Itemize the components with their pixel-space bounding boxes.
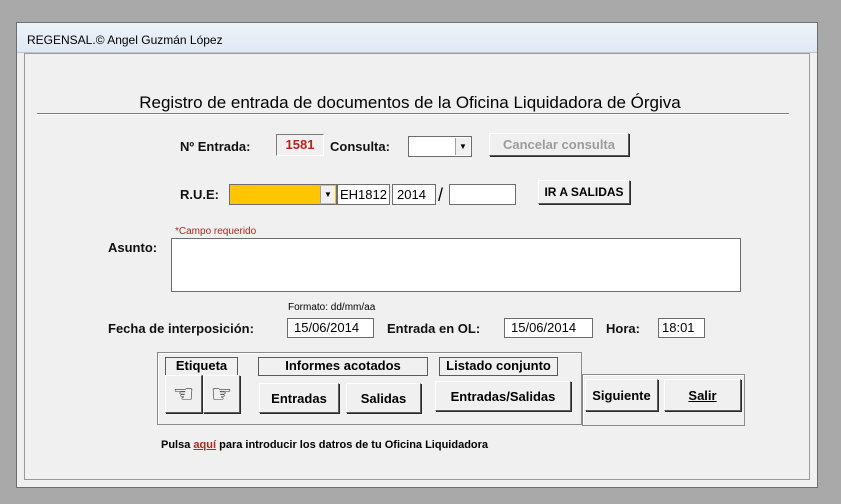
etiqueta-label: Etiqueta — [165, 357, 238, 376]
footer-text-after: para introducir los datros de tu Oficina… — [219, 439, 489, 451]
asunto-label: Asunto: — [108, 240, 158, 255]
rue-number-field[interactable] — [449, 184, 516, 205]
consulta-select[interactable]: ▼ — [408, 136, 472, 157]
fecha-interposicion-field[interactable]: 15/06/2014 — [287, 318, 374, 338]
hand-left-icon: ☜ — [172, 380, 195, 408]
entradas-salidas-button[interactable]: Entradas/Salidas — [435, 381, 571, 411]
hora-field[interactable]: 18:01 — [658, 318, 705, 338]
app-window: REGENSAL.© Angel Guzmán López Registro d… — [16, 22, 818, 488]
hand-right-icon: ☞ — [210, 380, 233, 408]
footer-text-before: Pulsa — [161, 439, 191, 451]
rue-select[interactable]: ▼ — [229, 184, 337, 205]
chevron-down-icon: ▼ — [455, 138, 470, 155]
format-hint: Formato: dd/mm/aa — [288, 302, 376, 313]
entradas-button[interactable]: Entradas — [259, 383, 339, 413]
label-prev-button[interactable]: ☜ — [165, 375, 202, 413]
rue-prefix: EH1812 — [337, 184, 390, 205]
divider — [37, 113, 789, 115]
window-title: REGENSAL.© Angel Guzmán López — [27, 33, 223, 47]
cancelar-consulta-button[interactable]: Cancelar consulta — [489, 133, 629, 156]
rue-label: R.U.E: — [180, 187, 219, 202]
consulta-label: Consulta: — [330, 139, 390, 154]
required-note: *Campo requerido — [175, 226, 257, 237]
entrada-ol-label: Entrada en OL: — [387, 321, 481, 336]
entrada-number: 1581 — [276, 134, 324, 156]
form-panel: Registro de entrada de documentos de la … — [24, 53, 810, 480]
siguiente-button[interactable]: Siguiente — [585, 379, 658, 411]
label-next-button[interactable]: ☞ — [203, 375, 240, 413]
ir-a-salidas-button[interactable]: IR A SALIDAS — [538, 180, 630, 204]
fecha-interposicion-label: Fecha de interposición: — [108, 321, 254, 336]
title-bar: REGENSAL.© Angel Guzmán López — [17, 23, 817, 53]
rue-year-field[interactable]: 2014 — [392, 184, 436, 205]
salidas-button[interactable]: Salidas — [346, 383, 421, 413]
rue-slash: / — [438, 185, 444, 205]
salir-button[interactable]: Salir — [664, 379, 741, 411]
oficina-liquidadora-link[interactable]: aquí — [193, 439, 216, 451]
listado-conjunto-label: Listado conjunto — [439, 357, 558, 376]
hora-label: Hora: — [606, 321, 640, 336]
entrada-ol-field[interactable]: 15/06/2014 — [504, 318, 593, 338]
entrada-label: Nº Entrada: — [180, 139, 251, 154]
chevron-down-icon: ▼ — [320, 186, 335, 203]
informes-acotados-label: Informes acotados — [258, 357, 428, 376]
footer-line: Pulsa aquí para introducir los datros de… — [161, 439, 488, 451]
asunto-textarea[interactable] — [171, 238, 741, 292]
page-title: Registro de entrada de documentos de la … — [139, 93, 681, 112]
